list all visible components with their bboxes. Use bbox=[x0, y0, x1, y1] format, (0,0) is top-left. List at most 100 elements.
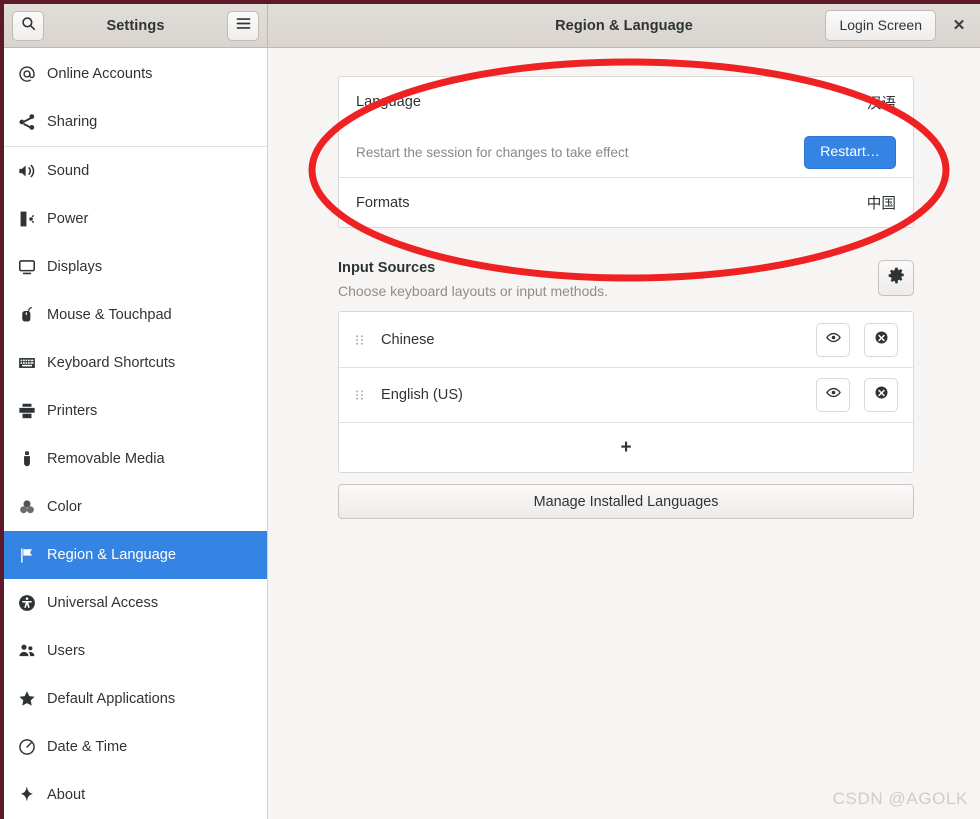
sidebar-item-removable-media[interactable]: Removable Media bbox=[4, 435, 267, 483]
main-menu-button[interactable] bbox=[227, 10, 259, 41]
printer-icon bbox=[18, 402, 44, 420]
drag-handle-icon[interactable] bbox=[350, 332, 368, 348]
sidebar-item-about[interactable]: About bbox=[4, 771, 267, 819]
sidebar-item-label: Users bbox=[47, 643, 86, 659]
flag-icon bbox=[18, 547, 44, 564]
window-body: Online Accounts Sharing Sound Power Displays… bbox=[4, 48, 980, 819]
sidebar-item-power[interactable]: Power bbox=[4, 195, 267, 243]
speaker-icon bbox=[18, 162, 44, 180]
add-input-source-button[interactable]: + bbox=[339, 422, 913, 472]
preview-layout-button[interactable] bbox=[816, 322, 850, 357]
sidebar-item-users[interactable]: Users bbox=[4, 627, 267, 675]
region-language-panel: Language 汉语 Restart the session for chan… bbox=[268, 48, 980, 819]
language-row[interactable]: Language 汉语 bbox=[339, 77, 913, 127]
share-icon bbox=[18, 113, 44, 131]
watermark-text: CSDN @AGOLK bbox=[832, 789, 968, 808]
drag-handle-icon[interactable] bbox=[350, 387, 368, 403]
people-icon bbox=[18, 642, 44, 660]
plus-icon: + bbox=[620, 436, 632, 458]
sidebar-item-sharing[interactable]: Sharing bbox=[4, 98, 267, 146]
restart-note-text: Restart the session for changes to take … bbox=[356, 144, 629, 160]
accessibility-icon bbox=[18, 594, 44, 612]
sidebar-item-label: Sharing bbox=[47, 114, 98, 130]
sidebar-item-label: Printers bbox=[47, 403, 98, 419]
formats-row[interactable]: Formats 中国 bbox=[339, 177, 913, 227]
sidebar-item-label: About bbox=[47, 787, 86, 803]
remove-input-source-button[interactable] bbox=[864, 378, 898, 412]
input-source-row[interactable]: Chinese bbox=[339, 312, 913, 367]
sidebar-item-universal-access[interactable]: Universal Access bbox=[4, 579, 267, 627]
sidebar-item-printers[interactable]: Printers bbox=[4, 387, 267, 435]
sidebar-item-label: Default Applications bbox=[47, 691, 176, 707]
remove-circle-icon bbox=[874, 385, 889, 405]
input-sources-settings-button[interactable] bbox=[878, 260, 914, 296]
sidebar-item-label: Power bbox=[47, 211, 89, 227]
sidebar-item-label: Displays bbox=[47, 259, 103, 275]
settings-window: Settings Region & Language Login Screen … bbox=[0, 0, 980, 819]
sidebar-item-color[interactable]: Color bbox=[4, 483, 267, 531]
sidebar-item-label: Region & Language bbox=[47, 547, 177, 563]
remove-circle-icon bbox=[874, 330, 889, 350]
language-row-label: Language bbox=[356, 94, 421, 110]
sidebar-item-label: Universal Access bbox=[47, 595, 159, 611]
monitor-icon bbox=[18, 258, 44, 276]
sidebar-list: Online Accounts Sharing Sound Power Displays… bbox=[4, 48, 267, 819]
mouse-icon bbox=[18, 306, 44, 324]
sidebar[interactable]: Online Accounts Sharing Sound Power Displays… bbox=[4, 48, 268, 819]
search-button[interactable] bbox=[12, 10, 44, 41]
sidebar-item-label: Online Accounts bbox=[47, 66, 153, 82]
window-close-button[interactable]: ✕ bbox=[944, 10, 974, 40]
input-source-name: English (US) bbox=[381, 387, 463, 403]
sidebar-item-label: Sound bbox=[47, 163, 90, 179]
input-source-name: Chinese bbox=[381, 331, 435, 348]
preview-layout-button[interactable] bbox=[816, 378, 850, 412]
input-sources-title: Input Sources bbox=[338, 260, 436, 276]
header-bar: Settings Region & Language Login Screen … bbox=[4, 4, 980, 48]
manage-installed-languages-button[interactable]: Manage Installed Languages bbox=[338, 484, 914, 519]
header-left-section: Settings bbox=[4, 4, 268, 47]
sidebar-item-date-time[interactable]: Date & Time bbox=[4, 723, 267, 771]
search-icon bbox=[21, 16, 36, 36]
panel-content: Language 汉语 Restart the session for chan… bbox=[268, 48, 980, 519]
sidebar-item-mouse-touchpad[interactable]: Mouse & Touchpad bbox=[4, 291, 267, 339]
login-screen-button[interactable]: Login Screen bbox=[825, 10, 936, 41]
formats-row-label: Formats bbox=[356, 194, 410, 211]
sidebar-item-label: Mouse & Touchpad bbox=[47, 307, 172, 323]
restart-button[interactable]: Restart… bbox=[804, 135, 896, 169]
formats-row-value: 中国 bbox=[866, 196, 896, 212]
gear-icon bbox=[888, 267, 905, 289]
eye-icon bbox=[825, 385, 841, 405]
sidebar-scrolled-item-clipped bbox=[4, 48, 267, 50]
input-sources-subtitle: Choose keyboard layouts or input methods… bbox=[338, 283, 609, 299]
remove-input-source-button[interactable] bbox=[864, 322, 898, 357]
sparkle-icon bbox=[18, 786, 44, 804]
eye-icon bbox=[825, 330, 841, 350]
sidebar-item-label: Keyboard Shortcuts bbox=[47, 355, 176, 371]
battery-icon bbox=[18, 210, 44, 228]
color-circles-icon bbox=[18, 498, 44, 516]
usb-drive-icon bbox=[18, 450, 44, 468]
sidebar-item-sound[interactable]: Sound bbox=[4, 147, 267, 195]
app-title: Settings bbox=[106, 17, 165, 34]
star-icon bbox=[18, 690, 44, 708]
at-sign-icon bbox=[18, 65, 44, 83]
input-sources-card: Chinese English (US) + bbox=[338, 311, 914, 473]
restart-notification-row: Restart the session for changes to take … bbox=[339, 127, 913, 177]
clock-icon bbox=[18, 738, 44, 756]
sidebar-item-label: Date & Time bbox=[47, 739, 128, 755]
sidebar-item-label: Color bbox=[47, 499, 82, 515]
input-sources-header: Input Sources Choose keyboard layouts or… bbox=[338, 260, 914, 299]
sidebar-item-label: Removable Media bbox=[47, 451, 165, 467]
keyboard-icon bbox=[18, 354, 44, 372]
sidebar-item-region-language[interactable]: Region & Language bbox=[4, 531, 267, 579]
hamburger-menu-icon bbox=[236, 17, 251, 35]
sidebar-item-keyboard-shortcuts[interactable]: Keyboard Shortcuts bbox=[4, 339, 267, 387]
sidebar-item-displays[interactable]: Displays bbox=[4, 243, 267, 291]
sidebar-item-default-applications[interactable]: Default Applications bbox=[4, 675, 267, 723]
header-right-section: Region & Language Login Screen ✕ bbox=[268, 4, 980, 47]
input-source-row[interactable]: English (US) bbox=[339, 367, 913, 422]
input-sources-heading-text: Input Sources Choose keyboard layouts or… bbox=[338, 260, 608, 299]
language-card: Language 汉语 Restart the session for chan… bbox=[338, 76, 914, 228]
close-icon: ✕ bbox=[952, 17, 966, 34]
sidebar-item-online-accounts[interactable]: Online Accounts bbox=[4, 50, 267, 98]
